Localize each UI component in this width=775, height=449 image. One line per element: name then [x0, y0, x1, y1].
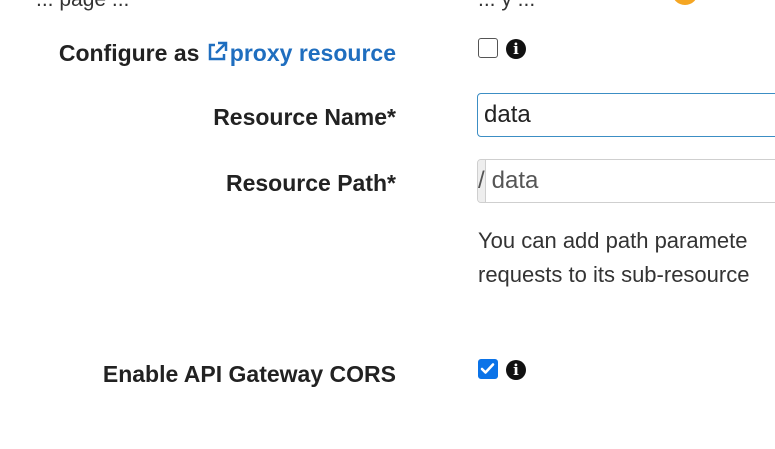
cors-info-icon[interactable]: i [506, 360, 526, 380]
help-text-line-2: requests to its sub-resource [478, 262, 750, 287]
cors-checkbox[interactable] [478, 359, 498, 379]
proxy-resource-label: Configure as proxy resource [59, 40, 396, 69]
proxy-resource-checkbox[interactable] [478, 38, 498, 58]
previous-row-text: ... page ... [36, 0, 129, 12]
resource-path-prefix: / [478, 160, 486, 202]
cors-label: Enable API Gateway CORS [102, 361, 396, 387]
proxy-link-text: proxy resource [229, 40, 396, 66]
proxy-resource-link[interactable]: proxy resource [206, 40, 396, 66]
status-badge-icon [672, 0, 698, 5]
help-text-line-1: You can add path paramete [478, 228, 748, 253]
resource-path-field: / [477, 159, 775, 203]
proxy-info-icon[interactable]: i [506, 39, 526, 59]
resource-name-input[interactable] [477, 93, 775, 137]
previous-row-value: ... y ... [478, 0, 535, 12]
resource-name-label: Resource Name* [213, 104, 396, 130]
resource-path-help-text: You can add path paramete requests to it… [478, 224, 775, 292]
resource-path-label: Resource Path* [225, 170, 396, 196]
resource-path-input[interactable] [485, 160, 775, 202]
checkmark-icon [480, 363, 495, 374]
proxy-label-prefix: Configure as [58, 40, 206, 66]
external-link-icon [206, 41, 228, 69]
